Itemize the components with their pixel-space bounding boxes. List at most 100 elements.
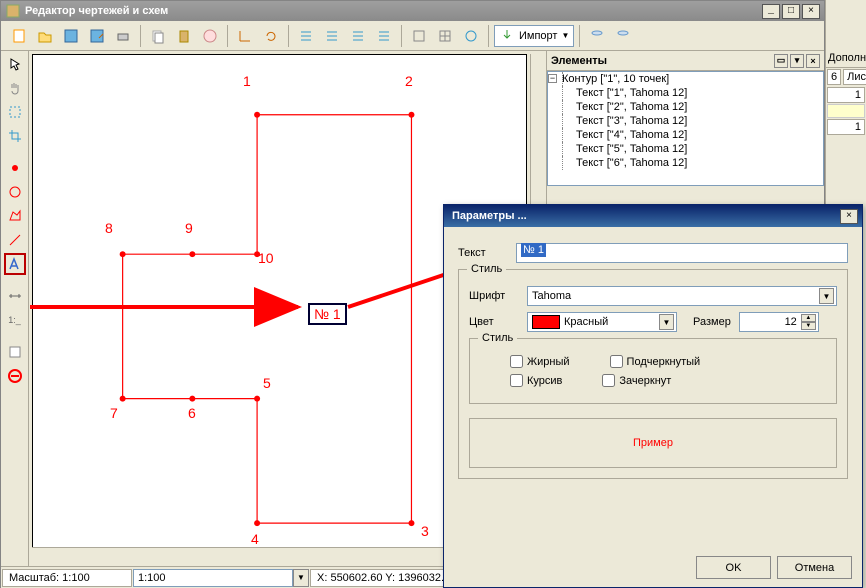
tree-root[interactable]: − Контур ["1", 10 точек] [548,72,823,86]
panel-close-icon[interactable]: × [806,54,820,68]
axes-icon[interactable] [233,24,257,48]
point-label: 1 [243,73,251,89]
new-icon[interactable] [7,24,31,48]
chevron-up-icon[interactable]: ▲ [801,314,816,322]
point-label: 8 [105,220,113,236]
db2-icon[interactable] [611,24,635,48]
list4-icon[interactable] [372,24,396,48]
tree-item[interactable]: Текст ["3", Tahoma 12] [548,114,823,128]
chevron-down-icon: ▼ [819,288,834,304]
font-combo[interactable]: Tahoma ▼ [527,286,837,306]
color-label: Цвет [469,316,519,328]
point-label: 3 [421,523,429,539]
import-icon [499,28,515,44]
paste-icon[interactable] [172,24,196,48]
point-label: 5 [263,375,271,391]
minimize-button[interactable]: _ [762,4,780,19]
main-titlebar[interactable]: Редактор чертежей и схем _ □ × [1,1,824,21]
app-icon [5,3,21,19]
tree-item[interactable]: Текст ["1", Tahoma 12] [548,86,823,100]
strike-checkbox[interactable]: Зачеркнут [602,374,671,387]
point-tool[interactable] [4,157,26,179]
text-label: Текст [458,247,508,259]
point-label: 2 [405,73,413,89]
open-icon[interactable] [33,24,57,48]
point-label: 10 [258,250,274,266]
print-icon[interactable] [111,24,135,48]
strip-cell[interactable]: 1 [827,119,865,135]
chevron-down-icon[interactable]: ▼ [801,322,816,330]
snap-icon[interactable] [459,24,483,48]
main-toolbar: Импорт ▼ [1,21,824,51]
font-style-group: Стиль Жирный Подчеркнутый Курсив Зачеркн… [469,338,837,404]
copy-icon[interactable] [146,24,170,48]
rotate-icon[interactable] [259,24,283,48]
grid2-icon[interactable] [433,24,457,48]
text-tool[interactable] [4,253,26,275]
hand-tool[interactable] [4,77,26,99]
color-combo[interactable]: Красный ▼ [527,312,677,332]
crop-tool[interactable] [4,125,26,147]
layer-tool[interactable] [4,341,26,363]
cancel-button[interactable]: Отмена [777,556,852,579]
grid1-icon[interactable] [407,24,431,48]
point-label: 9 [185,220,193,236]
expand-icon[interactable]: − [548,74,557,83]
strip-cell[interactable]: 1 [827,87,865,103]
dialog-title: Параметры ... [448,210,838,222]
measure-tool[interactable] [4,285,26,307]
tree-item[interactable]: Текст ["5", Tahoma 12] [548,142,823,156]
window-title: Редактор чертежей и схем [21,5,760,17]
circle-tool[interactable] [4,181,26,203]
import-dropdown[interactable]: Импорт ▼ [494,25,574,47]
line-tool[interactable] [4,229,26,251]
bold-checkbox[interactable]: Жирный [510,355,570,368]
left-toolbar: 1:_ [1,51,29,566]
db1-icon[interactable] [585,24,609,48]
scale-tool[interactable]: 1:_ [4,309,26,331]
point-label: 6 [188,405,196,421]
strip-col[interactable]: Лис [843,69,866,85]
ok-button[interactable]: OK [696,556,771,579]
point-label: 7 [110,405,118,421]
list-icon[interactable] [294,24,318,48]
italic-checkbox[interactable]: Курсив [510,374,562,387]
list3-icon[interactable] [346,24,370,48]
polygon-tool[interactable] [4,205,26,227]
elements-tree[interactable]: − Контур ["1", 10 точек] Текст ["1", Tah… [547,71,824,186]
pointer-tool[interactable] [4,53,26,75]
close-button[interactable]: × [802,4,820,19]
parameters-dialog: Параметры ... × Текст № 1 Стиль Шрифт Ta… [443,204,863,588]
preview-box: Пример [469,418,837,468]
delete-tool[interactable] [4,365,26,387]
panel-title: Элементы [551,55,607,67]
save-as-icon[interactable] [85,24,109,48]
strip-highlight [827,104,865,118]
size-label: Размер [693,316,731,328]
palette-icon[interactable] [198,24,222,48]
panel-dock-icon[interactable]: ▭ [774,54,788,68]
tree-item[interactable]: Текст ["4", Tahoma 12] [548,128,823,142]
scale-dropdown-icon[interactable]: ▼ [293,569,309,587]
size-spinner[interactable]: 12 ▲ ▼ [739,312,819,332]
save-icon[interactable] [59,24,83,48]
tree-item[interactable]: Текст ["2", Tahoma 12] [548,100,823,114]
strip-header: Дополни [826,50,866,68]
strip-col[interactable]: 6 [827,69,841,85]
text-input[interactable]: № 1 [516,243,848,263]
dialog-close-button[interactable]: × [840,209,858,224]
maximize-button[interactable]: □ [782,4,800,19]
dialog-titlebar[interactable]: Параметры ... × [444,205,862,227]
tree-item[interactable]: Текст ["6", Tahoma 12] [548,156,823,170]
scale-input[interactable] [133,569,293,587]
status-scale-label: Масштаб: 1:100 [2,569,132,587]
underline-checkbox[interactable]: Подчеркнутый [610,355,701,368]
panel-pin-icon[interactable]: ▾ [790,54,804,68]
point-label: 4 [251,531,259,547]
text-annotation[interactable]: № 1 [308,303,347,325]
list2-icon[interactable] [320,24,344,48]
select-tool[interactable] [4,101,26,123]
font-label: Шрифт [469,290,519,302]
style-group: Стиль Шрифт Tahoma ▼ Цвет Красный ▼ Разм… [458,269,848,479]
chevron-down-icon: ▼ [659,314,674,330]
